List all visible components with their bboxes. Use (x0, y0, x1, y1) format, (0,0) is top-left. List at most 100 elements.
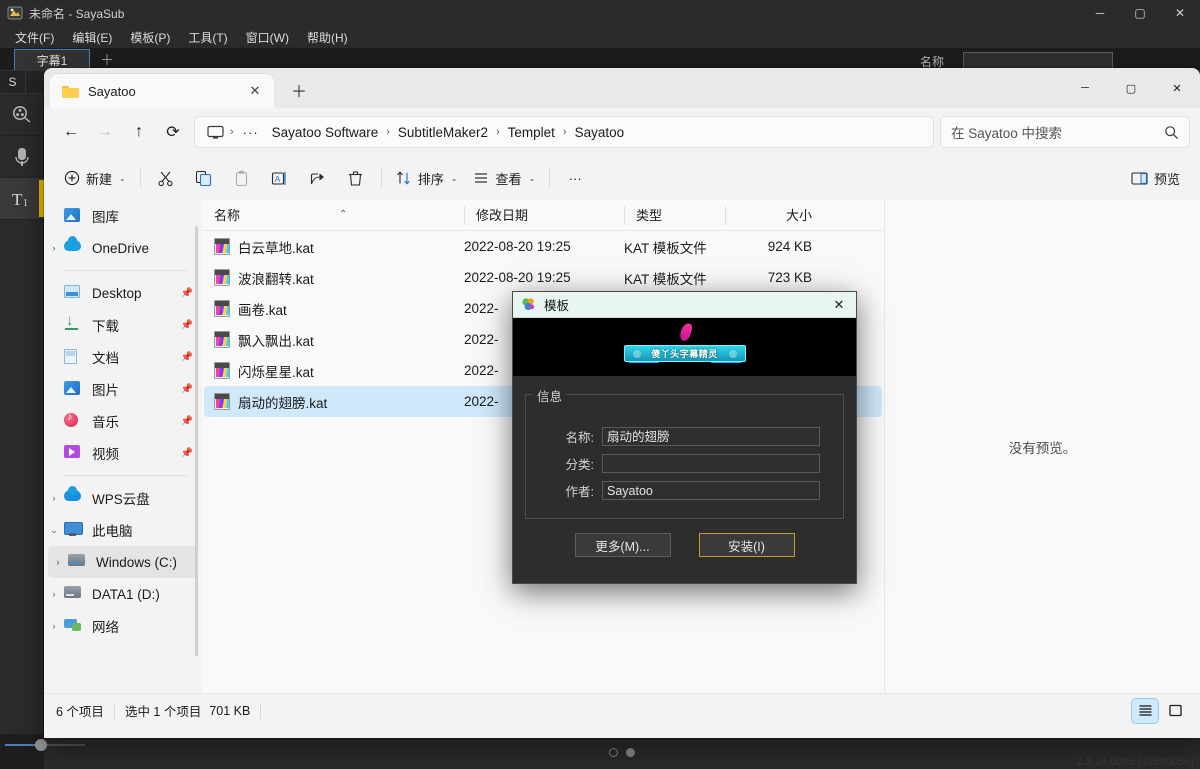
chevron-right-icon[interactable]: › (44, 493, 64, 503)
close-icon[interactable]: ✕ (244, 80, 266, 102)
menu-window[interactable]: 窗口(W) (237, 27, 298, 48)
preview-pane: 没有预览。 (884, 200, 1200, 693)
template-author-field[interactable]: Sayatoo (602, 481, 820, 500)
preview-pane-button[interactable]: 预览 (1123, 162, 1188, 194)
breadcrumb-item-1[interactable]: SubtitleMaker2 (392, 122, 494, 143)
template-category-field[interactable] (602, 454, 820, 473)
more-button[interactable]: 更多(M)... (575, 533, 671, 557)
sidebar-item-windows-c[interactable]: ›Windows (C:) (48, 546, 198, 578)
sidebar-item-[interactable]: 图片📌 (44, 373, 202, 405)
view-button[interactable]: 查看 ⌄ (465, 162, 543, 194)
new-button[interactable]: 新建 ⌄ (56, 162, 134, 194)
paste-button[interactable] (223, 162, 261, 194)
sidebar-item-[interactable]: 图库 (44, 200, 202, 232)
sayasub-maximize-button[interactable]: ▢ (1120, 0, 1160, 26)
template-name-label: 名称: (536, 427, 594, 446)
kat-file-icon (214, 393, 230, 410)
column-header-size[interactable]: 大小 (725, 200, 826, 231)
sidebar-item-[interactable]: 音乐📌 (44, 405, 202, 437)
monitor-icon[interactable] (207, 125, 224, 140)
breadcrumb-item-2[interactable]: Templet (502, 122, 561, 143)
dialog-close-icon[interactable]: ✕ (822, 292, 856, 318)
chevron-right-icon[interactable]: › (44, 621, 64, 631)
wps-cloud-icon (64, 490, 84, 506)
table-row[interactable]: 白云草地.kat2022-08-20 19:25KAT 模板文件924 KB (204, 231, 882, 262)
sayasub-zoom-slider[interactable] (5, 737, 85, 753)
search-input-placeholder[interactable]: 在 Sayatoo 中搜索 (951, 122, 1164, 142)
new-tab-button[interactable]: ＋ (284, 75, 314, 105)
column-header-type[interactable]: 类型 (624, 200, 725, 231)
chevron-right-icon[interactable]: › (44, 243, 64, 253)
file-name-cell: 闪烁星星.kat (204, 361, 464, 381)
more-options-button[interactable]: ··· (556, 162, 594, 194)
explorer-close-button[interactable]: ✕ (1154, 68, 1200, 108)
microphone-icon[interactable] (0, 136, 44, 178)
copy-button[interactable] (185, 162, 223, 194)
sidebar-item-onedrive[interactable]: ›OneDrive (44, 232, 202, 264)
sidebar-scrollbar[interactable] (195, 226, 198, 656)
rename-icon: A (271, 170, 288, 187)
breadcrumb-item-3[interactable]: Sayatoo (569, 122, 631, 143)
explorer-maximize-button[interactable]: ▢ (1108, 68, 1154, 108)
transport-stop-icon[interactable] (609, 748, 618, 757)
sidebar-item-[interactable]: ›网络 (44, 610, 202, 642)
template-author-label: 作者: (536, 481, 594, 500)
slider-knob[interactable] (35, 739, 47, 751)
share-button[interactable] (299, 162, 337, 194)
chevron-down-icon[interactable]: ⌄ (44, 525, 64, 536)
cut-button[interactable] (147, 162, 185, 194)
sayasub-app-icon (7, 5, 23, 21)
file-name-label: 白云草地.kat (238, 237, 314, 257)
sort-button[interactable]: 排序 ⌄ (388, 162, 466, 194)
text-tool-icon[interactable]: T1 (0, 178, 44, 220)
sidebar-item-data1-d[interactable]: ›DATA1 (D:) (44, 578, 202, 610)
menu-tools[interactable]: 工具(T) (179, 27, 236, 48)
menu-template[interactable]: 模板(P) (121, 27, 179, 48)
template-name-field[interactable]: 扇动的翅膀 (602, 427, 820, 446)
sidebar-item-desktop[interactable]: Desktop📌 (44, 277, 202, 309)
transport-record-icon[interactable] (626, 748, 635, 757)
delete-button[interactable] (337, 162, 375, 194)
sayasub-minimize-button[interactable]: ─ (1080, 0, 1120, 26)
column-header-date[interactable]: 修改日期 (464, 200, 624, 231)
back-button[interactable]: ← (54, 116, 88, 148)
menu-help[interactable]: 帮助(H) (298, 27, 357, 48)
search-box[interactable]: 在 Sayatoo 中搜索 (940, 116, 1190, 148)
sidebar-item-[interactable]: ⌄此电脑 (44, 514, 202, 546)
explorer-tab-sayatoo[interactable]: Sayatoo ✕ (50, 74, 274, 108)
forward-button[interactable]: → (88, 116, 122, 148)
film-reel-icon[interactable] (0, 94, 44, 136)
details-view-button[interactable] (1132, 699, 1158, 723)
large-icons-view-button[interactable] (1162, 699, 1188, 723)
sayasub-close-button[interactable]: ✕ (1160, 0, 1200, 26)
status-divider-2 (260, 703, 261, 719)
refresh-button[interactable]: ⟳ (156, 116, 190, 148)
pin-icon: 📌 (180, 320, 194, 331)
breadcrumb[interactable]: › ··· Sayatoo Software › SubtitleMaker2 … (194, 116, 934, 148)
sidebar-item-[interactable]: 文档📌 (44, 341, 202, 373)
chevron-right-icon[interactable]: › (44, 589, 64, 599)
add-track-button[interactable]: ＋ (96, 49, 118, 70)
breadcrumb-item-0[interactable]: Sayatoo Software (266, 122, 385, 143)
info-group: 信息 名称: 扇动的翅膀 分类: 作者: Sayatoo (525, 394, 844, 519)
up-button[interactable]: ↑ (122, 116, 156, 148)
explorer-minimize-button[interactable]: ─ (1062, 68, 1108, 108)
sidebar-item-[interactable]: 下载📌 (44, 309, 202, 341)
breadcrumb-overflow-button[interactable]: ··· (236, 125, 266, 140)
new-button-label: 新建 (86, 169, 112, 188)
search-icon[interactable] (1164, 125, 1179, 140)
sidebar-item-[interactable]: 视频📌 (44, 437, 202, 469)
menu-edit[interactable]: 编辑(E) (63, 27, 121, 48)
sidebar-item-label: 音乐 (92, 411, 180, 431)
menu-file[interactable]: 文件(F) (6, 27, 63, 48)
chevron-right-icon[interactable]: › (48, 557, 68, 567)
table-row[interactable]: 波浪翻转.kat2022-08-20 19:25KAT 模板文件723 KB (204, 262, 882, 293)
rename-button[interactable]: A (261, 162, 299, 194)
template-category-label: 分类: (536, 454, 594, 473)
column-header-name[interactable]: 名称 ⌃ (202, 200, 464, 231)
sidebar-item-label: 文档 (92, 347, 180, 367)
install-button[interactable]: 安装(I) (699, 533, 795, 557)
subtitle-track-tab[interactable]: 字幕1 (14, 49, 90, 70)
pin-icon: 📌 (180, 352, 194, 363)
sidebar-item-wps[interactable]: ›WPS云盘 (44, 482, 202, 514)
